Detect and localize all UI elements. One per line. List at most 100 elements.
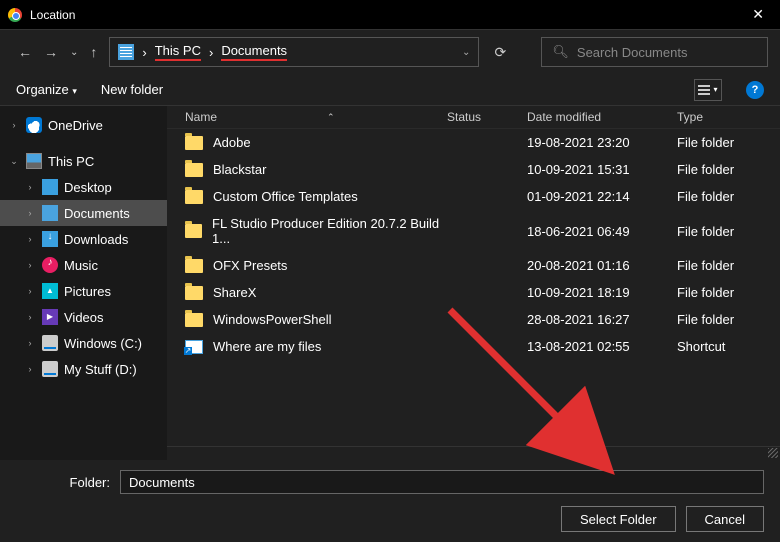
file-date: 18-06-2021 06:49: [527, 224, 677, 239]
chevron-right-icon: ›: [209, 45, 213, 60]
sidebar-item-label: Music: [64, 258, 98, 273]
file-row[interactable]: ShareX10-09-2021 18:19File folder: [167, 279, 780, 306]
documents-icon: [118, 44, 134, 60]
close-icon[interactable]: ✕: [744, 6, 772, 23]
file-type: File folder: [677, 312, 780, 327]
file-type: File folder: [677, 135, 780, 150]
sidebar-item-documents[interactable]: ›Documents: [0, 200, 167, 226]
folder-icon: [185, 163, 203, 177]
sort-arrow-icon: ⌃: [327, 112, 335, 123]
address-bar[interactable]: › This PC › Documents ⌄: [109, 37, 479, 67]
down-icon: [42, 231, 58, 247]
sidebar-item-videos[interactable]: › Videos: [0, 304, 167, 330]
music-icon: [42, 257, 58, 273]
titlebar: Location ✕: [0, 0, 780, 30]
sidebar-item-this-pc[interactable]: ⌄ This PC: [0, 148, 167, 174]
desktop-icon: [42, 179, 58, 195]
file-row[interactable]: WindowsPowerShell28-08-2021 16:27File fo…: [167, 306, 780, 333]
cancel-button[interactable]: Cancel: [686, 506, 764, 532]
toolbar: Organize ▾ New folder ▾ ?: [0, 74, 780, 106]
back-button[interactable]: ←: [18, 44, 32, 60]
breadcrumb-this-pc[interactable]: This PC: [155, 43, 201, 61]
file-row[interactable]: Where are my files13-08-2021 02:55Shortc…: [167, 333, 780, 360]
organize-button[interactable]: Organize ▾: [16, 82, 77, 97]
chevron-icon: ›: [8, 120, 20, 130]
sidebar-item-label: Windows (C:): [64, 336, 142, 351]
resize-grip-icon[interactable]: [768, 448, 778, 458]
chevron-icon: ›: [24, 312, 36, 322]
search-placeholder: Search Documents: [577, 45, 688, 60]
pc-icon: [26, 153, 42, 169]
refresh-button[interactable]: ⟳: [485, 44, 515, 61]
shortcut-icon: [185, 340, 203, 354]
cloud-icon: [26, 117, 42, 133]
file-date: 10-09-2021 18:19: [527, 285, 677, 300]
file-type: File folder: [677, 258, 780, 273]
sidebar-item-label: OneDrive: [48, 118, 103, 133]
sidebar-item-label: Downloads: [64, 232, 128, 247]
search-input[interactable]: 🔍︎ Search Documents: [541, 37, 768, 67]
file-date: 19-08-2021 23:20: [527, 135, 677, 150]
sidebar-item-music[interactable]: ›Music: [0, 252, 167, 278]
sidebar-item-windows-c-[interactable]: ›Windows (C:): [0, 330, 167, 356]
address-dropdown[interactable]: ⌄: [462, 47, 470, 58]
sidebar-item-pictures[interactable]: ›Pictures: [0, 278, 167, 304]
up-button[interactable]: ↑: [90, 44, 97, 60]
folder-icon: [185, 190, 203, 204]
folder-icon: [185, 313, 203, 327]
file-type: Shortcut: [677, 339, 780, 354]
column-type[interactable]: Type: [677, 110, 780, 124]
file-type: File folder: [677, 162, 780, 177]
sidebar-item-label: Desktop: [64, 180, 112, 195]
status-strip: [167, 446, 780, 460]
file-type: File folder: [677, 285, 780, 300]
file-row[interactable]: Blackstar10-09-2021 15:31File folder: [167, 156, 780, 183]
recent-dropdown[interactable]: ⌄: [70, 47, 78, 58]
pics-icon: [42, 283, 58, 299]
folder-icon: [185, 136, 203, 150]
column-name[interactable]: Name⌃: [167, 110, 447, 124]
file-name: FL Studio Producer Edition 20.7.2 Build …: [212, 216, 447, 246]
file-type: File folder: [677, 189, 780, 204]
chevron-right-icon: ›: [142, 45, 146, 60]
breadcrumb-documents[interactable]: Documents: [221, 43, 287, 61]
file-date: 28-08-2021 16:27: [527, 312, 677, 327]
select-folder-button[interactable]: Select Folder: [561, 506, 676, 532]
search-icon: 🔍︎: [552, 44, 569, 60]
help-button[interactable]: ?: [746, 81, 764, 99]
file-date: 20-08-2021 01:16: [527, 258, 677, 273]
file-row[interactable]: OFX Presets 20-08-2021 01:16File folder: [167, 252, 780, 279]
file-date: 10-09-2021 15:31: [527, 162, 677, 177]
column-date[interactable]: Date modified: [527, 110, 677, 124]
nav-row: ← → ⌄ ↑ › This PC › Documents ⌄ ⟳ 🔍︎ Sea…: [0, 30, 780, 74]
window-title: Location: [30, 8, 75, 22]
chrome-icon: [8, 8, 22, 22]
file-name: OFX Presets: [213, 258, 287, 273]
docs-icon: [42, 205, 58, 221]
sidebar-item-label: Videos: [64, 310, 104, 325]
sidebar-item-my-stuff-d-[interactable]: ›My Stuff (D:): [0, 356, 167, 382]
video-icon: [42, 309, 58, 325]
file-row[interactable]: Adobe19-08-2021 23:20File folder: [167, 129, 780, 156]
drive-icon: [42, 335, 58, 351]
sidebar-item-onedrive[interactable]: › OneDrive: [0, 112, 167, 138]
sidebar-item-label: This PC: [48, 154, 94, 169]
folder-input[interactable]: [120, 470, 764, 494]
new-folder-button[interactable]: New folder: [101, 82, 163, 97]
sidebar-item-label: Pictures: [64, 284, 111, 299]
chevron-icon: ›: [24, 364, 36, 374]
file-row[interactable]: FL Studio Producer Edition 20.7.2 Build …: [167, 210, 780, 252]
drive-icon: [42, 361, 58, 377]
file-type: File folder: [677, 224, 780, 239]
view-options-button[interactable]: ▾: [694, 79, 722, 101]
chevron-icon: ›: [24, 208, 36, 218]
chevron-icon: ›: [24, 182, 36, 192]
sidebar: ›OneDrive⌄This PC›Desktop›Documents›Down…: [0, 106, 167, 460]
sidebar-item-desktop[interactable]: › Desktop: [0, 174, 167, 200]
chevron-icon: ⌄: [8, 156, 20, 167]
forward-button[interactable]: →: [44, 44, 58, 60]
file-row[interactable]: Custom Office Templates01-09-2021 22:14F…: [167, 183, 780, 210]
sidebar-item-downloads[interactable]: ›Downloads: [0, 226, 167, 252]
file-date: 01-09-2021 22:14: [527, 189, 677, 204]
column-status[interactable]: Status: [447, 110, 527, 124]
